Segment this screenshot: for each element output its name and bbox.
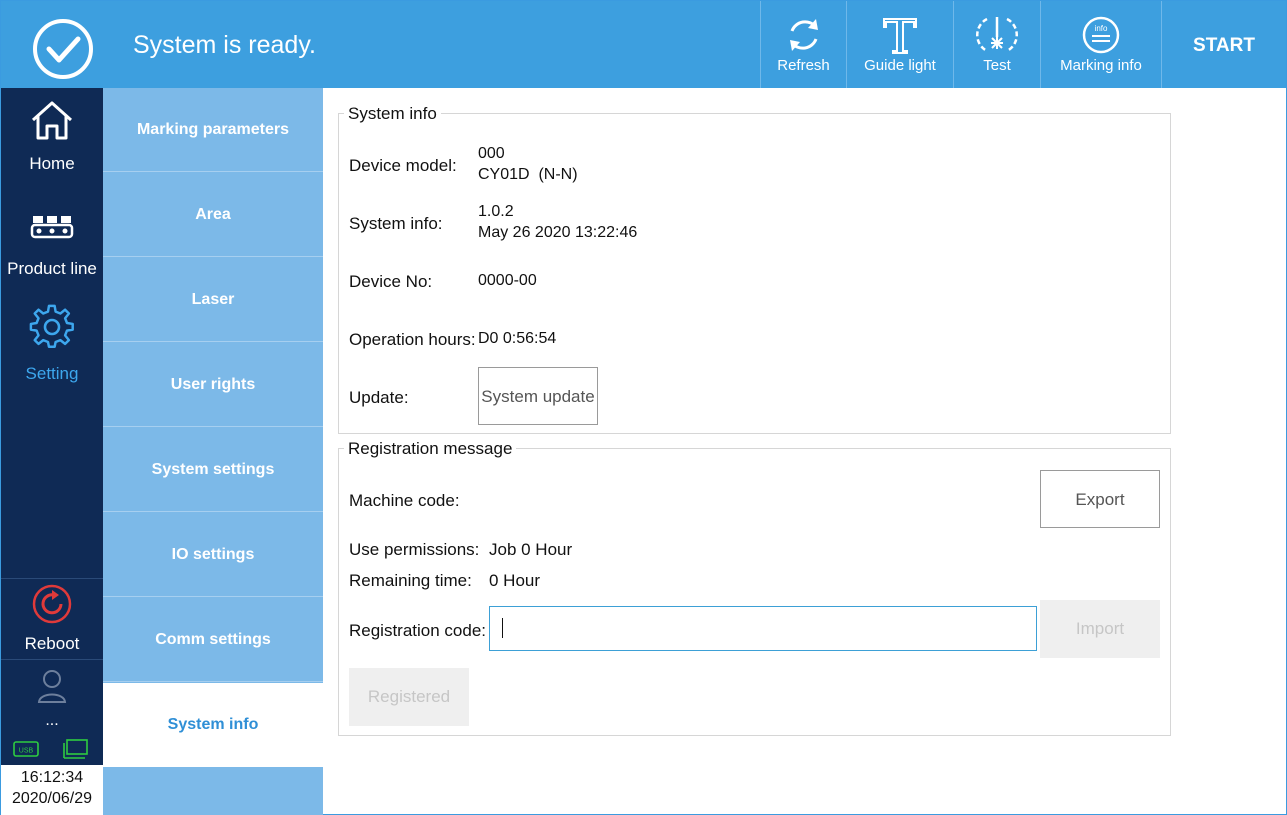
submenu-laser[interactable]: Laser: [103, 258, 323, 342]
device-model-label: Device model:: [349, 156, 457, 175]
device-no-label: Device No:: [349, 272, 433, 291]
use-permissions-value: Job 0 Hour: [489, 540, 573, 559]
operation-hours-label: Operation hours:: [349, 330, 476, 349]
submenu-area[interactable]: Area: [103, 173, 323, 257]
usb-icon: USB: [13, 741, 39, 757]
submenu-comm-settings[interactable]: Comm settings: [103, 598, 323, 682]
clock-date: 2020/06/29: [11, 790, 93, 807]
test-button[interactable]: Test: [953, 1, 1040, 88]
top-bar: System is ready. Refresh Guide light Tes…: [1, 1, 1286, 88]
left-nav: Home Product line Setting Reboot ... USB…: [1, 88, 103, 815]
app-window: System is ready. Refresh Guide light Tes…: [0, 0, 1287, 815]
device-no-value: 0000-00: [478, 272, 537, 289]
machine-code-label: Machine code:: [349, 491, 460, 510]
nav-user-label: ...: [45, 712, 59, 729]
submenu-user-rights[interactable]: User rights: [103, 343, 323, 427]
use-permissions-label: Use permissions:: [349, 540, 480, 559]
import-button[interactable]: Import: [1040, 600, 1160, 658]
refresh-label: Refresh: [777, 57, 830, 74]
nav-setting-label: Setting: [25, 364, 79, 383]
clock: 16:12:34 2020/06/29: [1, 765, 103, 815]
registration-title: Registration message: [344, 439, 517, 459]
network-icon: [63, 739, 88, 759]
guide-light-label: Guide light: [864, 57, 936, 74]
system-info-group: [338, 113, 1171, 434]
nav-reboot-label: Reboot: [24, 634, 80, 653]
system-info-title: System info: [344, 104, 441, 124]
submenu-io-settings[interactable]: IO settings: [103, 513, 323, 597]
gear-icon: [29, 304, 74, 348]
registration-code-input[interactable]: [489, 606, 1037, 651]
device-model-value-1: 000: [478, 145, 505, 162]
clock-time: 16:12:34: [20, 769, 84, 786]
operation-hours-value: D0 0:56:54: [478, 330, 557, 347]
refresh-button[interactable]: Refresh: [760, 1, 846, 88]
start-button[interactable]: START: [1161, 1, 1286, 88]
remaining-time-label: Remaining time:: [349, 571, 472, 590]
registration-code-label: Registration code:: [349, 621, 487, 640]
settings-submenu: Marking parameters Area Laser User right…: [103, 88, 323, 815]
submenu-marking-parameters[interactable]: Marking parameters: [103, 88, 323, 172]
system-info-label: System info:: [349, 214, 443, 233]
version-value: 1.0.2: [478, 203, 514, 220]
status-text: System is ready.: [133, 31, 316, 59]
system-update-button[interactable]: System update: [478, 367, 598, 425]
test-label: Test: [983, 57, 1011, 74]
nav-home-label: Home: [29, 154, 75, 173]
reboot-icon: [32, 584, 72, 624]
submenu-system-info[interactable]: System info: [103, 683, 323, 767]
build-date-value: May 26 2020 13:22:46: [478, 224, 638, 241]
conveyor-icon: [30, 216, 74, 239]
home-icon: [31, 101, 73, 140]
nav-reboot[interactable]: Reboot: [1, 579, 103, 659]
update-label: Update:: [349, 388, 409, 407]
user-icon: [37, 670, 67, 703]
device-model-value-2: CY01D (N-N): [478, 166, 578, 183]
nav-setting[interactable]: Setting: [1, 296, 103, 400]
guide-light-button[interactable]: Guide light: [846, 1, 953, 88]
submenu-system-settings[interactable]: System settings: [103, 428, 323, 512]
nav-product-line[interactable]: Product line: [1, 192, 103, 296]
text-caret: [502, 618, 503, 638]
check-circle-icon: [33, 19, 93, 79]
text-t-icon: [883, 18, 917, 54]
remaining-time-value: 0 Hour: [489, 571, 541, 590]
registered-button[interactable]: Registered: [349, 668, 469, 726]
nav-product-line-label: Product line: [7, 259, 97, 278]
svg-text:USB: USB: [19, 748, 34, 755]
nav-home[interactable]: Home: [1, 88, 103, 192]
export-button[interactable]: Export: [1040, 470, 1160, 528]
laser-target-icon: [976, 17, 1018, 53]
nav-user[interactable]: ...: [1, 660, 103, 736]
marking-info-label: Marking info: [1060, 57, 1142, 74]
marking-info-button[interactable]: info Marking info: [1040, 1, 1161, 88]
info-list-icon: info: [1082, 16, 1120, 54]
svg-text:info: info: [1095, 24, 1108, 33]
device-status-row: USB: [1, 738, 103, 762]
refresh-icon: [789, 19, 818, 51]
